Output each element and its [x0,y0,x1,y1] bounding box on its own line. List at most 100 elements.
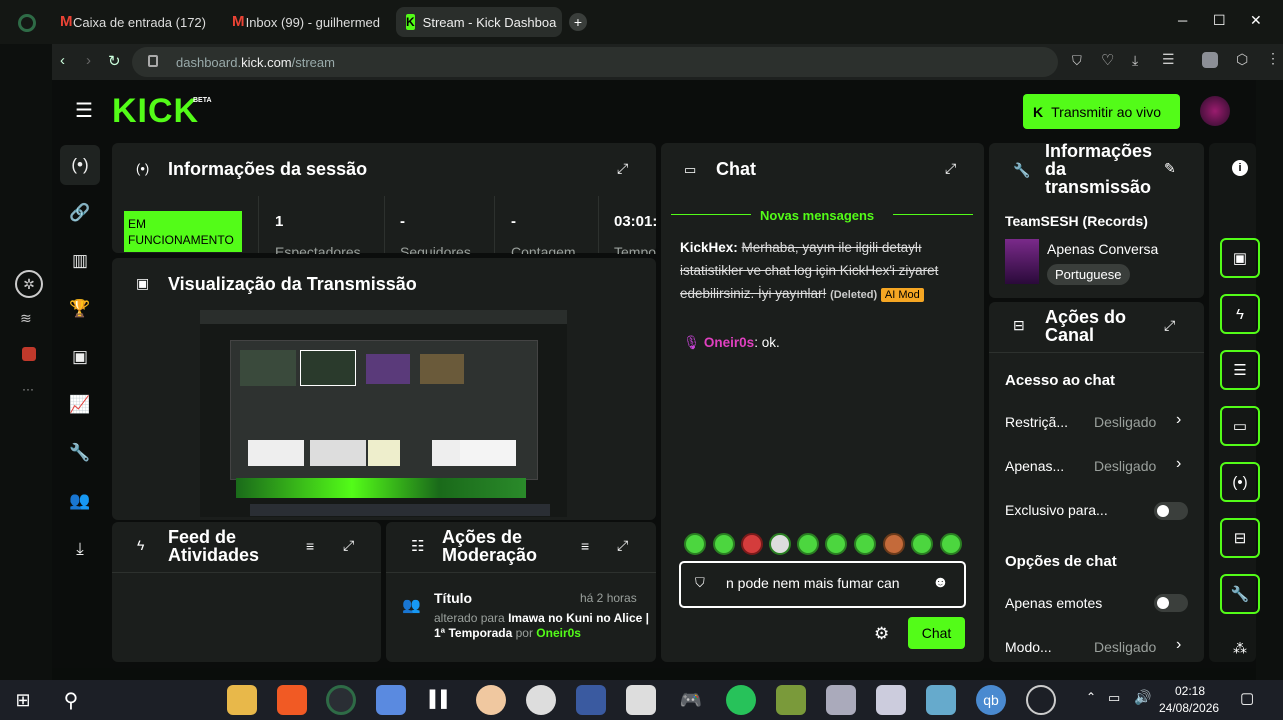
go-live-button[interactable]: K Transmitir ao vivo [1023,94,1180,129]
app-icon[interactable] [876,685,906,715]
heart-icon[interactable]: ♡ [1101,51,1114,69]
audio-app-icon[interactable]: ▌▌ [426,685,456,715]
sidebar-item-stats[interactable]: 📈 [60,385,100,425]
file-explorer-icon[interactable] [227,685,257,715]
ublock-icon[interactable] [22,347,36,361]
app-icon[interactable] [776,685,806,715]
shield-icon[interactable]: ⛉ [1072,53,1082,69]
emote[interactable] [741,533,763,555]
filter-icon[interactable]: ≡ [306,538,314,554]
windows-start-icon[interactable]: ⊞ [8,685,38,715]
tab-kick-dashboard[interactable]: K Stream - Kick Dashboa [396,7,562,37]
qbittorrent-icon[interactable]: qb [976,685,1006,715]
brave-icon[interactable] [277,685,307,715]
chat-username[interactable]: KickHex: [680,240,738,255]
stream-preview-video[interactable] [200,310,567,517]
rail-actions-button[interactable]: ⊟ [1220,518,1260,558]
mode-value[interactable]: Desligado [1094,639,1156,655]
extension-box-icon[interactable]: ⬡ [1236,51,1248,68]
edit-icon[interactable]: ✎ [1164,160,1176,177]
chat-username[interactable]: Oneir0s [704,335,754,350]
only-label[interactable]: Apenas... [1005,458,1064,474]
app-icon[interactable] [576,685,606,715]
chevron-right-icon[interactable]: › [1176,455,1181,473]
more-options-icon[interactable]: ⋮ [1199,160,1204,177]
filter-icon[interactable]: ≡ [581,538,589,554]
more-icon[interactable]: ··· [22,382,34,396]
avatar[interactable] [1200,96,1230,126]
emote[interactable] [883,533,905,555]
forward-icon[interactable]: › [86,52,91,69]
volume-icon[interactable]: 🔊 [1134,689,1151,706]
emote[interactable] [713,533,735,555]
tab-gmail-1[interactable]: Caixa de entrada (172) [50,7,216,37]
new-tab-button[interactable]: + [569,13,587,31]
emote[interactable] [825,533,847,555]
hamburger-menu-icon[interactable]: ☰ [75,98,93,123]
app-icon[interactable] [1026,685,1056,715]
emote[interactable] [684,533,706,555]
app-icon[interactable] [726,685,756,715]
menu-icon[interactable]: ☰ [1162,51,1175,68]
flow-icon[interactable]: ≋ [20,310,32,327]
send-chat-button[interactable]: Chat [908,617,965,649]
download-icon[interactable]: ⤓ [1132,52,1138,69]
sidebar-item-videos[interactable]: ▣ [60,337,100,377]
kick-logo[interactable]: KICK [112,92,199,131]
tab-gmail-2[interactable]: Inbox (99) - guilhermed [222,7,390,37]
only-value[interactable]: Desligado [1094,458,1156,474]
emote[interactable] [854,533,876,555]
emote[interactable] [911,533,933,555]
browser-icon[interactable] [326,685,356,715]
reload-icon[interactable]: ↻ [108,52,121,70]
chevron-right-icon[interactable]: › [1176,411,1181,429]
settings-gear-icon[interactable]: ⚙ [874,624,889,644]
url-field[interactable]: dashboard. kick.com/stream [132,47,1058,77]
back-icon[interactable]: ‹ [60,52,65,69]
app-icon[interactable] [926,685,956,715]
window-close-button[interactable]: ✕ [1250,12,1262,29]
rail-activity-button[interactable]: ϟ [1220,294,1260,334]
emote[interactable] [940,533,962,555]
expand-icon[interactable]: ⤢ [1164,317,1175,334]
rail-preview-button[interactable]: ▣ [1220,238,1260,278]
notifications-icon[interactable]: ▢ [1240,689,1254,707]
emote[interactable] [769,533,791,555]
sidebar-item-downloads[interactable]: ⤓ [60,529,100,569]
expand-icon[interactable]: ⤢ [945,160,956,177]
sidebar-item-users[interactable]: 👥 [60,481,100,521]
window-minimize-button[interactable]: ─ [1178,13,1187,28]
tray-chevron-icon[interactable]: ⌃ [1086,690,1096,704]
app-icon[interactable] [626,685,656,715]
rail-moderation-button[interactable]: ☰ [1220,350,1260,390]
store-icon[interactable] [376,685,406,715]
expand-icon[interactable]: ⤢ [617,537,628,554]
sidebar-item-achievements[interactable]: 🏆 [60,289,100,329]
expand-icon[interactable]: ⤢ [617,160,628,177]
network-icon[interactable]: ▭ [1108,690,1120,706]
gamepad-icon[interactable]: 🎮 [676,685,706,715]
emotes-only-toggle[interactable] [1154,594,1188,612]
rail-tools-button[interactable]: 🔧 [1220,574,1260,614]
emoji-icon[interactable]: ☻ [932,574,949,592]
info-icon[interactable]: i [1232,160,1248,176]
exclusive-toggle[interactable] [1154,502,1188,520]
rail-session-button[interactable]: (•) [1220,462,1260,502]
chevron-right-icon[interactable]: › [1176,636,1181,654]
mode-label[interactable]: Modo... [1005,639,1052,655]
app-icon[interactable] [526,685,556,715]
app-icon[interactable] [826,685,856,715]
sidebar-item-stream[interactable]: (•) [60,145,100,185]
restriction-label[interactable]: Restriçã... [1005,414,1068,430]
emote[interactable] [797,533,819,555]
clock-time[interactable]: 02:18 [1175,684,1205,698]
expand-icon[interactable]: ⤢ [343,537,354,554]
search-icon[interactable]: ⚲ [56,685,86,715]
sidebar-item-analytics[interactable]: ▥ [60,241,100,281]
more-options-icon[interactable]: ⋮ [1266,50,1280,67]
shield-icon[interactable]: ⛉ [695,575,705,591]
sidebar-item-tools[interactable]: 🔧 [60,433,100,473]
site-info-icon[interactable] [148,55,158,67]
clock-date[interactable]: 24/08/2026 [1159,701,1219,715]
workspaces-icon[interactable]: ✲ [15,270,43,298]
